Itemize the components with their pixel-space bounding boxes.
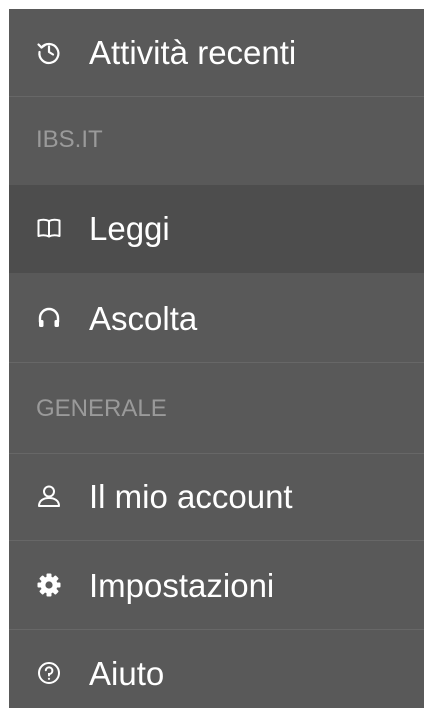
menu-item-my-account[interactable]: Il mio account	[9, 453, 424, 541]
menu-item-label: Ascolta	[89, 300, 198, 337]
divider	[9, 453, 424, 454]
menu-item-label: Leggi	[89, 210, 170, 247]
headphones-icon	[36, 305, 62, 331]
menu-item-settings[interactable]: Impostazioni	[9, 542, 424, 630]
gear-icon	[36, 572, 62, 598]
user-icon	[36, 483, 62, 509]
menu-item-recent-activity[interactable]: Attività recenti	[9, 9, 424, 97]
book-icon	[36, 215, 62, 241]
menu-item-label: Aiuto	[89, 655, 165, 692]
menu-item-read[interactable]: Leggi	[9, 185, 424, 273]
navigation-menu: Attività recenti IBS.IT Leggi Ascolta GE…	[9, 9, 424, 708]
divider	[9, 540, 424, 541]
menu-item-listen[interactable]: Ascolta	[9, 275, 424, 363]
menu-item-label: Impostazioni	[89, 567, 275, 604]
history-icon	[36, 39, 62, 65]
menu-item-label: Attività recenti	[89, 34, 297, 71]
menu-item-label: Il mio account	[89, 478, 293, 515]
help-icon	[36, 660, 62, 686]
menu-item-help[interactable]: Aiuto	[9, 630, 424, 708]
section-header-general: GENERALE	[36, 395, 167, 422]
divider	[9, 96, 424, 97]
divider	[9, 362, 424, 363]
section-header-ibs: IBS.IT	[36, 126, 103, 153]
